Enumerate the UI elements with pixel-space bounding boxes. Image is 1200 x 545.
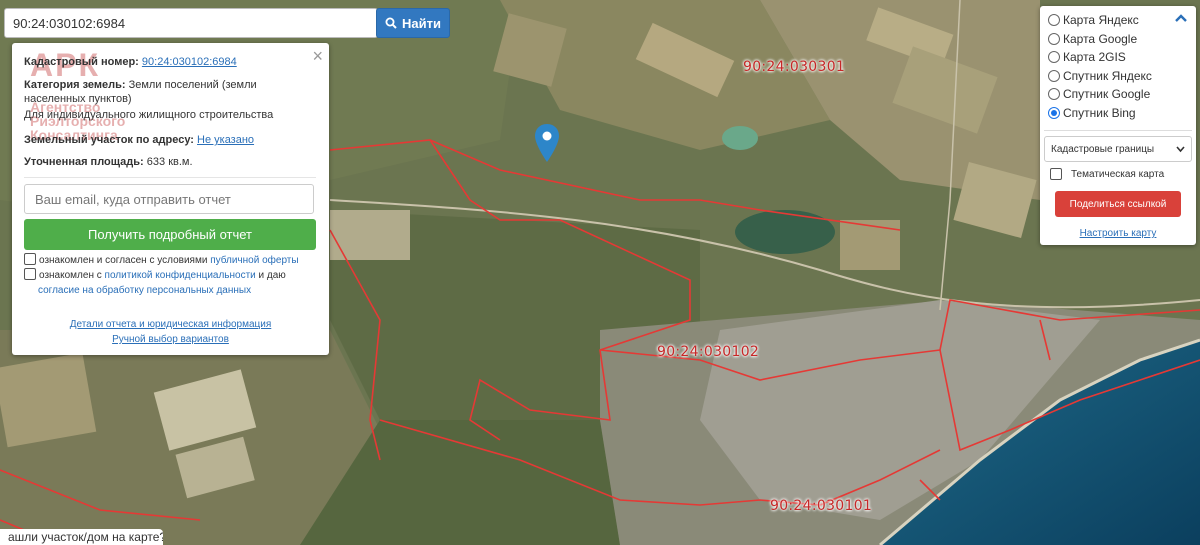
address-label: Земельный участок по адресу: [24,134,194,146]
zone-label: 90:24:030101 [770,498,873,514]
layer-radio[interactable] [1048,14,1060,26]
location-pin-icon[interactable] [535,124,559,162]
layer-option-label: Спутник Bing [1063,105,1136,120]
found-parcel-prompt[interactable]: ашли участок/дом на карте? [0,529,163,545]
privacy-link[interactable]: политикой конфиденциальности [105,270,256,281]
land-usage-row: Для индивидуального жилищного строительс… [24,108,314,122]
get-report-button[interactable]: Получить подробный отчет [24,219,316,250]
layer-option-label: Карта Google [1063,31,1138,46]
search-input[interactable] [4,8,378,38]
chevron-down-icon [1176,146,1185,153]
layer-option[interactable]: Карта 2GIS [1048,50,1126,64]
privacy-consent-row: ознакомлен с политикой конфиденциальност… [24,268,319,298]
thematic-label: Тематическая карта [1071,168,1165,180]
cadastral-number-link[interactable]: 90:24:030102:6984 [142,56,237,68]
zone-label: 90:24:030301 [743,59,846,75]
privacy-and-text: и даю [258,270,286,281]
offer-link[interactable]: публичной оферты [210,255,298,266]
layer-radio[interactable] [1048,32,1060,45]
layer-option[interactable]: Карта Яндекс [1048,13,1139,27]
land-category-row: Категория земель: Земли поселений (земли… [24,78,314,106]
divider [1044,130,1192,131]
cadastral-number-label: Кадастровый номер: [24,56,139,68]
layer-option[interactable]: Спутник Яндекс [1048,69,1152,83]
thematic-map-row: Тематическая карта [1050,168,1164,180]
report-details-link[interactable]: Детали отчета и юридическая информация [12,319,329,330]
address-row: Земельный участок по адресу: Не указано [24,133,314,147]
land-category-label: Категория земель: [24,79,126,91]
offer-text: ознакомлен и согласен с условиями [39,255,208,266]
layer-option-label: Спутник Google [1063,87,1151,101]
search-icon [385,17,397,29]
land-usage-value: Для индивидуального жилищного строительс… [24,109,274,121]
address-link[interactable]: Не указано [197,134,254,146]
area-row: Уточненная площадь: 633 кв.м. [24,155,314,169]
manual-selection-link[interactable]: Ручной выбор вариантов [12,334,329,345]
share-link-button[interactable]: Поделиться ссылкой [1055,191,1181,217]
thematic-checkbox[interactable] [1050,168,1062,180]
close-icon[interactable]: × [312,46,323,66]
offer-checkbox[interactable] [24,253,36,265]
divider [24,177,316,178]
layer-radio[interactable] [1048,88,1060,100]
parcel-info-panel: АРК Агентство Риэлторского Консалтинга ×… [12,43,329,355]
map-layers-panel: Карта Яндекс Карта Google Карта 2GIS Спутни… [1040,6,1196,245]
configure-map-link[interactable]: Настроить карту [1040,228,1196,239]
offer-consent-row: ознакомлен и согласен с условиями публич… [24,253,319,268]
layer-radio[interactable] [1048,106,1060,119]
layer-option[interactable]: Карта Google [1048,32,1137,46]
boundary-select-value: Кадастровые границы [1051,143,1155,155]
privacy-text: ознакомлен с [39,270,102,281]
layer-option[interactable]: Спутник Google [1048,87,1150,101]
layer-option-label: Спутник Яндекс [1063,68,1152,83]
email-field[interactable] [24,184,314,214]
search-button-label: Найти [402,15,441,31]
chevron-up-icon[interactable] [1174,13,1188,23]
layer-option[interactable]: Спутник Bing [1048,106,1136,120]
search-button[interactable]: Найти [376,8,450,38]
area-value: 633 кв.м. [146,156,193,168]
area-label: Уточненная площадь: [24,156,144,168]
layer-radio[interactable] [1048,51,1060,63]
cadastral-number-row: Кадастровый номер: 90:24:030102:6984 [24,55,314,69]
consent-link[interactable]: согласие на обработку персональных данны… [38,285,251,296]
layer-radio[interactable] [1048,69,1060,82]
layer-option-label: Карта 2GIS [1063,50,1126,64]
boundary-select[interactable]: Кадастровые границы [1044,136,1192,162]
privacy-checkbox[interactable] [24,268,36,280]
layer-option-label: Карта Яндекс [1063,13,1139,27]
zone-label: 90:24:030102 [657,344,760,360]
